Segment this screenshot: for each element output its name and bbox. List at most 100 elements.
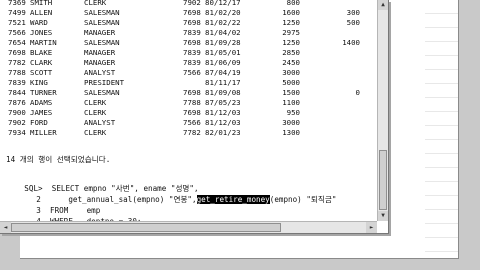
table-cell: FORD [30, 118, 48, 127]
table-cell: SALESMAN [84, 8, 120, 17]
table-cell: 7566 [183, 68, 201, 77]
table-cell: 2450 [282, 58, 300, 67]
table-cell: 7782 [183, 128, 201, 137]
table-cell: 87/05/23 [205, 98, 241, 107]
table-cell: MANAGER [84, 28, 116, 37]
table-cell: 7521 [8, 18, 26, 27]
table-cell: TURNER [30, 88, 57, 97]
table-cell: ADAMS [30, 98, 53, 107]
table-cell: CLERK [84, 98, 107, 107]
table-cell: CLERK [84, 0, 107, 7]
table-cell: 7788 [183, 98, 201, 107]
scroll-down-icon[interactable]: ▼ [378, 211, 388, 221]
table-cell: 7844 [8, 88, 26, 97]
table-cell: 1250 [282, 18, 300, 27]
table-cell: MANAGER [84, 48, 116, 57]
sql-line-2-text-b: (empno) "퇴직금" [269, 195, 337, 204]
vertical-scroll-thumb[interactable] [379, 150, 387, 210]
table-cell: 80/12/17 [205, 0, 241, 7]
table-cell: BLAKE [30, 48, 53, 57]
table-cell: 81/02/22 [205, 18, 241, 27]
table-cell: 7839 [8, 78, 26, 87]
table-cell: WARD [30, 18, 48, 27]
table-cell: 2850 [282, 48, 300, 57]
table-cell: 7900 [8, 108, 26, 117]
table-cell: CLERK [84, 128, 107, 137]
table-cell: JAMES [30, 108, 53, 117]
table-cell: KING [30, 78, 48, 87]
table-cell: 3000 [282, 118, 300, 127]
sql-line-3[interactable]: 3 FROM emp [6, 194, 100, 215]
table-cell: 7788 [8, 68, 26, 77]
table-cell: 1500 [282, 88, 300, 97]
table-cell: SMITH [30, 0, 53, 7]
table-cell: 7369 [8, 0, 26, 7]
table-cell: 7654 [8, 38, 26, 47]
table-cell: CLERK [84, 108, 107, 117]
table-cell: 7934 [8, 128, 26, 137]
horizontal-scroll-thumb[interactable] [11, 223, 281, 232]
table-cell: JONES [30, 28, 53, 37]
sql-line-1[interactable]: SQL> SELECT empno "사번", ename "성명", [6, 172, 198, 193]
scroll-up-icon[interactable]: ▲ [378, 0, 388, 10]
table-cell: PRESIDENT [84, 78, 125, 87]
row-count-message: 14 개의 행이 선택되었습니다. [6, 155, 111, 164]
vertical-scrollbar[interactable]: ▲ ▼ [377, 0, 388, 221]
table-cell: 500 [346, 18, 360, 27]
table-cell: 81/12/03 [205, 118, 241, 127]
horizontal-scrollbar[interactable]: ◄ ► [0, 221, 377, 233]
table-cell: 7698 [183, 108, 201, 117]
table-cell: 7698 [183, 88, 201, 97]
table-cell: SALESMAN [84, 38, 120, 47]
table-cell: ANALYST [84, 118, 116, 127]
table-cell: 7902 [183, 0, 201, 7]
table-cell: 7499 [8, 8, 26, 17]
table-cell: 7876 [8, 98, 26, 107]
table-cell: SALESMAN [84, 18, 120, 27]
table-cell: 7839 [183, 58, 201, 67]
table-cell: 1300 [282, 128, 300, 137]
table-cell: 87/04/19 [205, 68, 241, 77]
selected-text-get-retire-money[interactable]: get_retire_money [196, 195, 270, 204]
table-cell: 7698 [183, 38, 201, 47]
table-cell: ALLEN [30, 8, 53, 17]
table-cell: 1400 [342, 38, 360, 47]
table-cell: 7566 [183, 118, 201, 127]
table-cell: CLARK [30, 58, 53, 67]
table-cell: 81/04/02 [205, 28, 241, 37]
table-cell: 300 [346, 8, 360, 17]
table-cell: 7782 [8, 58, 26, 67]
table-cell: 950 [286, 108, 300, 117]
scroll-left-icon[interactable]: ◄ [0, 222, 11, 233]
table-cell: 81/09/28 [205, 38, 241, 47]
table-cell: MARTIN [30, 38, 57, 47]
table-cell: 7566 [8, 28, 26, 37]
table-cell: 800 [286, 0, 300, 7]
table-cell: 7902 [8, 118, 26, 127]
table-cell: 81/06/09 [205, 58, 241, 67]
table-cell: 7839 [183, 48, 201, 57]
table-cell: MANAGER [84, 58, 116, 67]
table-cell: 1100 [282, 98, 300, 107]
scroll-right-icon[interactable]: ► [366, 222, 377, 233]
table-cell: 81/02/20 [205, 8, 241, 17]
table-cell: 81/09/08 [205, 88, 241, 97]
table-cell: 82/01/23 [205, 128, 241, 137]
table-cell: 81/05/01 [205, 48, 241, 57]
sql-line-2[interactable]: 2 get_annual_sal(empno) "연봉",get_retire_… [6, 183, 336, 204]
table-cell: ANALYST [84, 68, 116, 77]
table-cell: 2975 [282, 28, 300, 37]
table-cell: 7698 [183, 8, 201, 17]
table-cell: SALESMAN [84, 88, 120, 97]
table-cell: 1600 [282, 8, 300, 17]
background-window-edge [425, 0, 458, 258]
table-cell: 0 [355, 88, 360, 97]
table-cell: 7698 [8, 48, 26, 57]
sql-line-4[interactable]: 4 WHERE deptno = 30; [6, 205, 141, 226]
table-cell: 81/12/03 [205, 108, 241, 117]
sqlplus-window[interactable]: 7369 SMITH CLERK 7902 80/12/17 800 7499 ALLEN SA… [0, 0, 389, 234]
table-cell: 3000 [282, 68, 300, 77]
table-cell: MILLER [30, 128, 57, 137]
table-cell: SCOTT [30, 68, 53, 77]
table-cell: 5000 [282, 78, 300, 87]
